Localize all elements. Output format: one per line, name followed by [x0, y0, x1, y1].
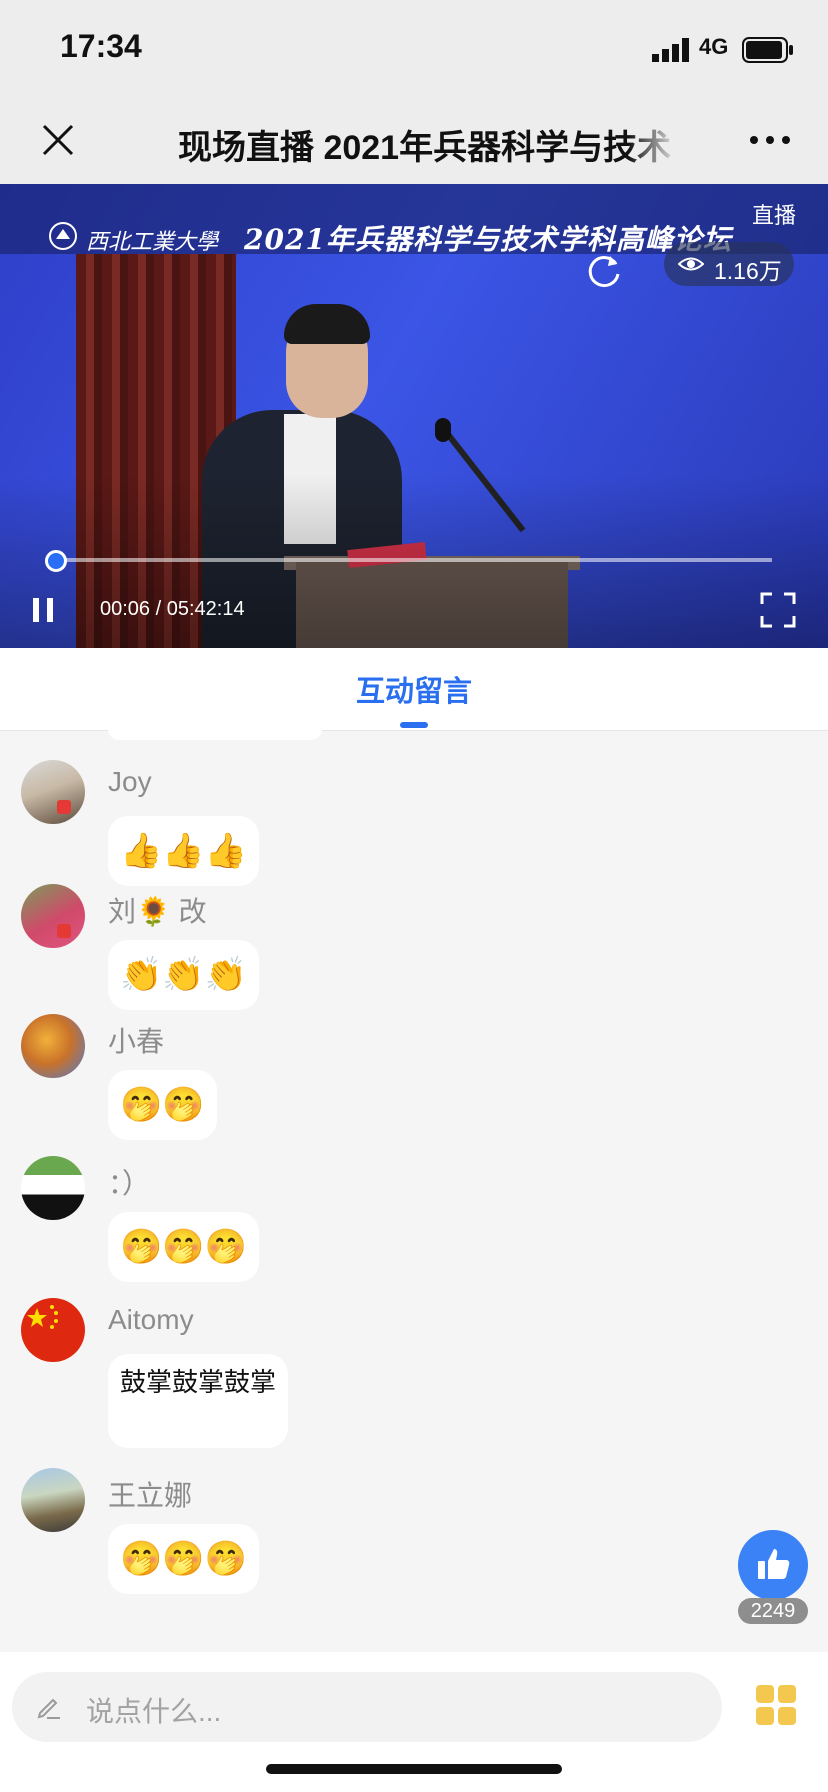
home-indicator	[266, 1764, 562, 1774]
tab-bar: 互动留言	[0, 648, 828, 731]
status-bar: 17:34 4G	[0, 0, 828, 96]
video-player[interactable]: 西北工業大學 2021年兵器科学与技术学科高峰论坛 直播 1.16万 00:06…	[0, 184, 828, 648]
forum-banner-title: 2021年兵器科学与技术学科高峰论坛	[244, 223, 732, 256]
page-title: 现场直播 2021年兵器科学与技术	[178, 129, 672, 167]
comment-bubble: 🤭🤭	[108, 1070, 217, 1140]
fullscreen-icon[interactable]	[760, 592, 796, 628]
signal-icon	[652, 38, 689, 62]
avatar[interactable]	[21, 1156, 85, 1220]
university-name: 西北工業大學	[86, 230, 219, 255]
refresh-icon[interactable]	[584, 250, 624, 290]
avatar[interactable]	[21, 1298, 85, 1362]
comment-bubble: 👍👍👍	[108, 816, 260, 886]
pencil-icon	[37, 1698, 60, 1719]
university-logo-icon	[49, 222, 77, 250]
china-flag-icon	[27, 1305, 58, 1329]
comment-author: 刘🌻 改	[108, 896, 207, 927]
progress-thumb[interactable]	[45, 550, 67, 572]
progress-bar[interactable]	[56, 558, 772, 562]
comment-author: ：）	[108, 1168, 151, 1199]
comment-bubble: 🤭🤭🤭	[108, 1524, 260, 1594]
like-button[interactable]	[738, 1530, 808, 1600]
battery-icon	[742, 37, 793, 63]
comment-author: Joy	[108, 766, 152, 797]
comment-input-placeholder: 说点什么...	[86, 1696, 222, 1727]
live-label: 直播	[752, 203, 797, 228]
comment-bubble: 🤭🤭🤭	[108, 1212, 260, 1282]
comment-bubble: 👏👏👏	[108, 940, 260, 1010]
comment-author: 小春	[108, 1026, 165, 1057]
microphone-head	[435, 418, 451, 442]
speaker-hair	[284, 304, 370, 344]
comment-author: 王立娜	[108, 1480, 193, 1511]
apps-grid-icon[interactable]	[755, 1684, 797, 1726]
more-icon[interactable]	[748, 126, 792, 154]
comment-list[interactable]: Joy 👍👍👍 刘🌻 改 👏👏👏 小春 🤭🤭 ：） 🤭🤭🤭 Aitomy 鼓掌鼓…	[0, 730, 828, 1650]
avatar[interactable]	[21, 884, 85, 948]
thumbs-up-icon	[758, 1549, 790, 1579]
view-count-badge: 1.16万	[664, 242, 794, 286]
comment-input[interactable]: 说点什么...	[12, 1672, 722, 1742]
title-fade	[628, 112, 678, 168]
avatar[interactable]	[21, 1468, 85, 1532]
comment-bubble-partial	[108, 730, 322, 740]
avatar[interactable]	[21, 760, 85, 824]
avatar[interactable]	[21, 1014, 85, 1078]
playback-time: 00:06 / 05:42:14	[100, 598, 245, 620]
status-time: 17:34	[60, 28, 142, 64]
tab-underline	[400, 722, 428, 728]
eye-icon	[678, 257, 704, 271]
pause-icon[interactable]	[30, 596, 58, 624]
close-icon[interactable]	[36, 118, 80, 162]
like-count: 2249	[738, 1598, 808, 1624]
comment-author: Aitomy	[108, 1304, 194, 1335]
nav-bar: 现场直播 2021年兵器科学与技术	[0, 96, 828, 184]
tab-interactive-comments[interactable]: 互动留言	[0, 668, 828, 710]
view-count: 1.16万	[714, 258, 782, 284]
comment-bubble: 鼓掌鼓掌鼓掌	[108, 1354, 289, 1448]
network-type: 4G	[699, 34, 729, 59]
